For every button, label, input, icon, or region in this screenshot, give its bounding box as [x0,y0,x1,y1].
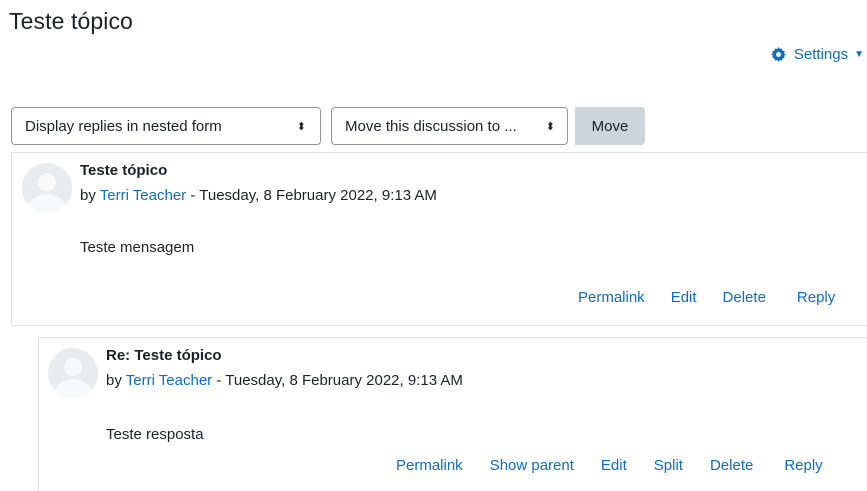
move-target-value: Move this discussion to ... [345,117,517,135]
avatar[interactable] [48,348,98,398]
caret-down-icon: ▼ [854,49,864,60]
delete-link[interactable]: Delete [723,289,766,306]
split-link[interactable]: Split [654,457,683,474]
permalink-link[interactable]: Permalink [578,289,645,306]
post-actions: Permalink Edit Delete Reply [578,289,835,306]
author-link[interactable]: Terri Teacher [126,372,212,389]
display-mode-select[interactable]: Display replies in nested form ⬍ [11,107,321,145]
author-link[interactable]: Terri Teacher [100,187,186,204]
settings-label: Settings [793,46,849,63]
forum-post-reply: Re: Teste tópico by Terri Teacher - Tues… [38,337,867,491]
move-button[interactable]: Move [575,107,645,145]
post-subject: Teste tópico [80,162,168,179]
page-title: Teste tópico [9,8,133,34]
select-arrows-icon: ⬍ [296,120,306,133]
post-subject: Re: Teste tópico [106,347,222,364]
move-discussion-select[interactable]: Move this discussion to ... ⬍ [331,107,568,145]
by-label: by [106,372,122,389]
delete-link[interactable]: Delete [710,457,753,474]
avatar[interactable] [22,163,72,213]
show-parent-link[interactable]: Show parent [490,457,574,474]
post-actions: Permalink Show parent Edit Split Delete … [396,457,823,474]
settings-menu[interactable]: Settings ▼ [770,46,864,63]
select-arrows-icon: ⬍ [545,120,555,133]
post-message: Teste mensagem [80,239,195,256]
post-date: - Tuesday, 8 February 2022, 9:13 AM [216,372,463,389]
permalink-link[interactable]: Permalink [396,457,463,474]
gear-icon [770,47,786,62]
reply-link[interactable]: Reply [784,457,822,474]
post-byline: by Terri Teacher - Tuesday, 8 February 2… [106,372,463,389]
display-mode-value: Display replies in nested form [25,117,222,135]
post-byline: by Terri Teacher - Tuesday, 8 February 2… [80,187,437,204]
discussion-controls: Display replies in nested form ⬍ Move th… [11,107,645,145]
post-date: - Tuesday, 8 February 2022, 9:13 AM [190,187,437,204]
edit-link[interactable]: Edit [601,457,627,474]
edit-link[interactable]: Edit [671,289,697,306]
by-label: by [80,187,96,204]
reply-link[interactable]: Reply [797,289,835,306]
forum-post: Teste tópico by Terri Teacher - Tuesday,… [11,152,867,326]
post-message: Teste resposta [106,426,204,443]
